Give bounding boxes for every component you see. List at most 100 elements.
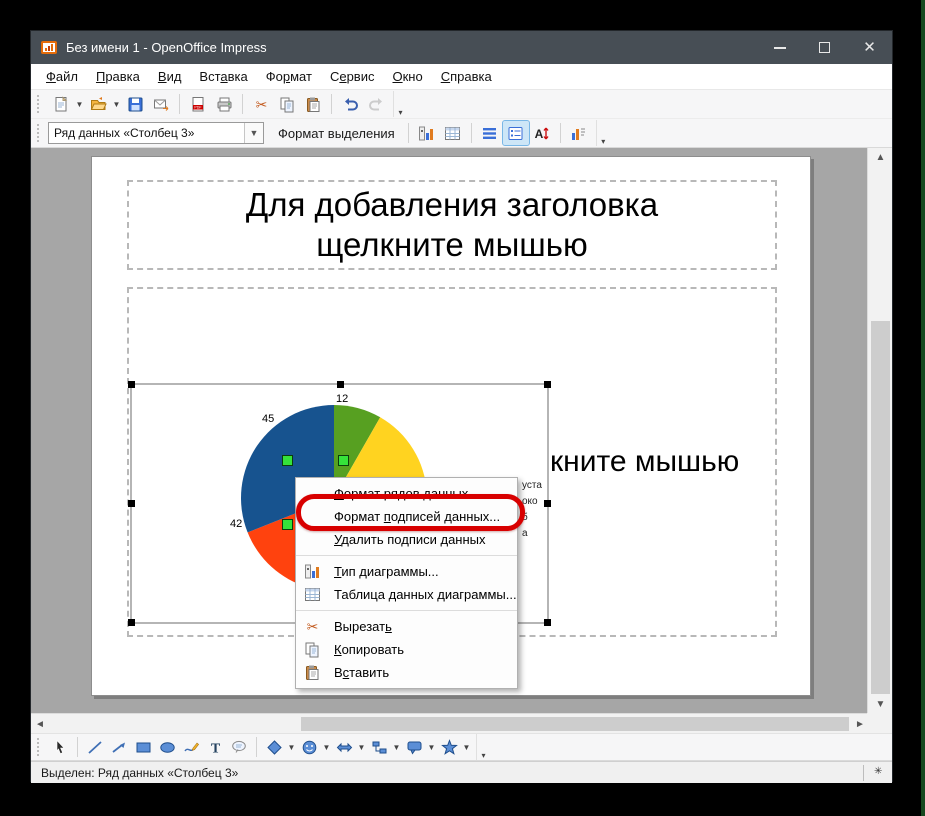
drawing-toolbar: T▼▼▼▼▼▼▾ [31, 733, 892, 761]
context-menu-item-5[interactable]: Таблица данных диаграммы... [296, 583, 517, 606]
menu-сервис[interactable]: Сервис [321, 65, 384, 88]
toolbar-grip[interactable] [35, 124, 42, 142]
horizontal-scrollbar[interactable]: ◄ ► [31, 713, 869, 733]
svg-text:✂: ✂ [255, 97, 267, 113]
copy-icon [279, 96, 296, 113]
resize-handle-nw[interactable] [128, 381, 135, 388]
chevron-down-icon[interactable]: ▼ [356, 735, 367, 759]
menu-окно[interactable]: Окно [383, 65, 431, 88]
vertical-scrollbar[interactable]: ▲ ▼ [867, 148, 892, 713]
select-button[interactable] [48, 735, 72, 759]
chevron-down-icon[interactable]: ▼ [321, 735, 332, 759]
rectangle-button[interactable] [131, 735, 155, 759]
toolbar-grip[interactable] [35, 95, 42, 113]
context-menu-item-7[interactable]: ✂Вырезать [296, 615, 517, 638]
close-button[interactable]: ✕ [847, 31, 892, 64]
callouts-button[interactable] [227, 735, 251, 759]
resize-handle-ne[interactable] [544, 381, 551, 388]
toolbar-grip[interactable] [35, 738, 42, 756]
auto-layout-button[interactable] [566, 121, 592, 145]
chart-type-button[interactable] [414, 121, 440, 145]
arrow-button[interactable] [107, 735, 131, 759]
toolbar-overflow-button[interactable]: ▾ [596, 120, 610, 146]
redo-button[interactable] [363, 92, 389, 116]
toolbar-overflow-button[interactable]: ▾ [476, 734, 490, 760]
format-selection-button[interactable]: Формат выделения [270, 122, 403, 145]
horizontal-scrollbar-thumb[interactable] [301, 717, 849, 731]
fit-page-icon[interactable]: ✳ [874, 766, 882, 777]
context-menu-item-label: Копировать [334, 642, 404, 657]
cut-button[interactable]: ✂ [248, 92, 274, 116]
basic-shapes-button[interactable] [262, 735, 286, 759]
title-bar[interactable]: Без имени 1 - OpenOffice Impress ✕ [31, 31, 892, 64]
resize-handle-w[interactable] [128, 500, 135, 507]
line-button[interactable] [83, 735, 107, 759]
symbol-shapes-button[interactable] [297, 735, 321, 759]
paste-button[interactable] [300, 92, 326, 116]
series-selection-handle[interactable] [338, 455, 349, 466]
paste-icon [304, 664, 322, 682]
open-button[interactable] [85, 92, 111, 116]
copy-button[interactable] [274, 92, 300, 116]
data-table-button[interactable] [440, 121, 466, 145]
horizontal-grids-button[interactable] [477, 121, 503, 145]
data-table-icon [304, 586, 322, 604]
menu-файл[interactable]: Файл [37, 65, 87, 88]
chevron-down-icon[interactable]: ▼ [74, 92, 85, 116]
export-pdf-button[interactable]: PDF [185, 92, 211, 116]
context-menu-item-8[interactable]: Копировать [296, 638, 517, 661]
ellipse-button[interactable] [155, 735, 179, 759]
email-button[interactable] [148, 92, 174, 116]
email-icon [153, 96, 170, 113]
toolbar-separator [256, 737, 257, 757]
minimize-button[interactable] [757, 31, 802, 64]
ellipse-icon [159, 739, 176, 756]
context-menu-item-4[interactable]: Тип диаграммы... [296, 560, 517, 583]
maximize-button[interactable] [802, 31, 847, 64]
menu-правка[interactable]: Правка [87, 65, 149, 88]
legend-button[interactable] [503, 121, 529, 145]
freeform-line-button[interactable] [179, 735, 203, 759]
title-placeholder[interactable]: Для добавления заголовка щелкните мышью [127, 180, 777, 270]
text-button[interactable]: T [203, 735, 227, 759]
freeform-line-icon [183, 739, 200, 756]
toolbar-overflow-button[interactable]: ▾ [393, 91, 407, 117]
chevron-down-icon[interactable]: ▼ [286, 735, 297, 759]
svg-text:T: T [210, 741, 220, 756]
stars-button[interactable] [437, 735, 461, 759]
context-menu-item-9[interactable]: Вставить [296, 661, 517, 684]
scroll-left-icon[interactable]: ◄ [31, 714, 49, 734]
chevron-down-icon[interactable]: ▼ [111, 92, 122, 116]
rectangle-icon [135, 739, 152, 756]
new-document-button[interactable] [48, 92, 74, 116]
resize-handle-e[interactable] [544, 500, 551, 507]
resize-handle-sw[interactable] [128, 619, 135, 626]
scale-text-button[interactable]: A [529, 121, 555, 145]
series-selector[interactable]: Ряд данных «Столбец 3» ▼ [48, 122, 264, 144]
save-button[interactable] [122, 92, 148, 116]
print-button[interactable] [211, 92, 237, 116]
menu-справка[interactable]: Справка [432, 65, 501, 88]
chevron-down-icon[interactable]: ▼ [391, 735, 402, 759]
resize-handle-n[interactable] [337, 381, 344, 388]
line-icon [87, 739, 104, 756]
menu-формат[interactable]: Формат [257, 65, 321, 88]
content-placeholder-text-fragment: кните мышью [550, 445, 739, 479]
resize-handle-se[interactable] [544, 619, 551, 626]
undo-button[interactable] [337, 92, 363, 116]
scroll-up-icon[interactable]: ▲ [868, 148, 892, 166]
chevron-down-icon[interactable]: ▼ [461, 735, 472, 759]
menu-вид[interactable]: Вид [149, 65, 191, 88]
chevron-down-icon[interactable]: ▼ [426, 735, 437, 759]
scroll-down-icon[interactable]: ▼ [868, 695, 892, 713]
chevron-down-icon[interactable]: ▼ [244, 123, 263, 143]
block-arrows-button[interactable] [332, 735, 356, 759]
vertical-scrollbar-thumb[interactable] [871, 321, 890, 694]
flowchart-button[interactable] [367, 735, 391, 759]
series-selection-handle[interactable] [282, 455, 293, 466]
toolbar-separator [560, 123, 561, 143]
series-selection-handle[interactable] [282, 519, 293, 530]
callout-shapes-button[interactable] [402, 735, 426, 759]
context-menu-item-2[interactable]: Удалить подписи данных [296, 528, 517, 551]
menu-вставка[interactable]: Вставка [190, 65, 256, 88]
